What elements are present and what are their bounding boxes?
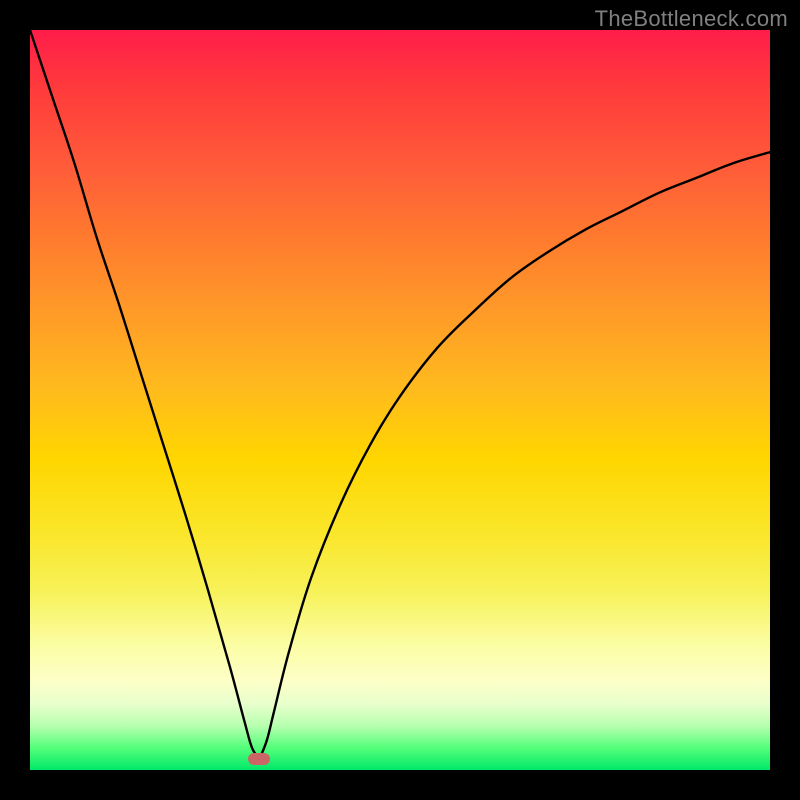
curve-svg: [30, 30, 770, 770]
chart-frame: TheBottleneck.com: [0, 0, 800, 800]
minimum-marker: [248, 753, 270, 765]
plot-area: [30, 30, 770, 770]
bottleneck-curve: [30, 30, 770, 759]
watermark-text: TheBottleneck.com: [595, 6, 788, 32]
